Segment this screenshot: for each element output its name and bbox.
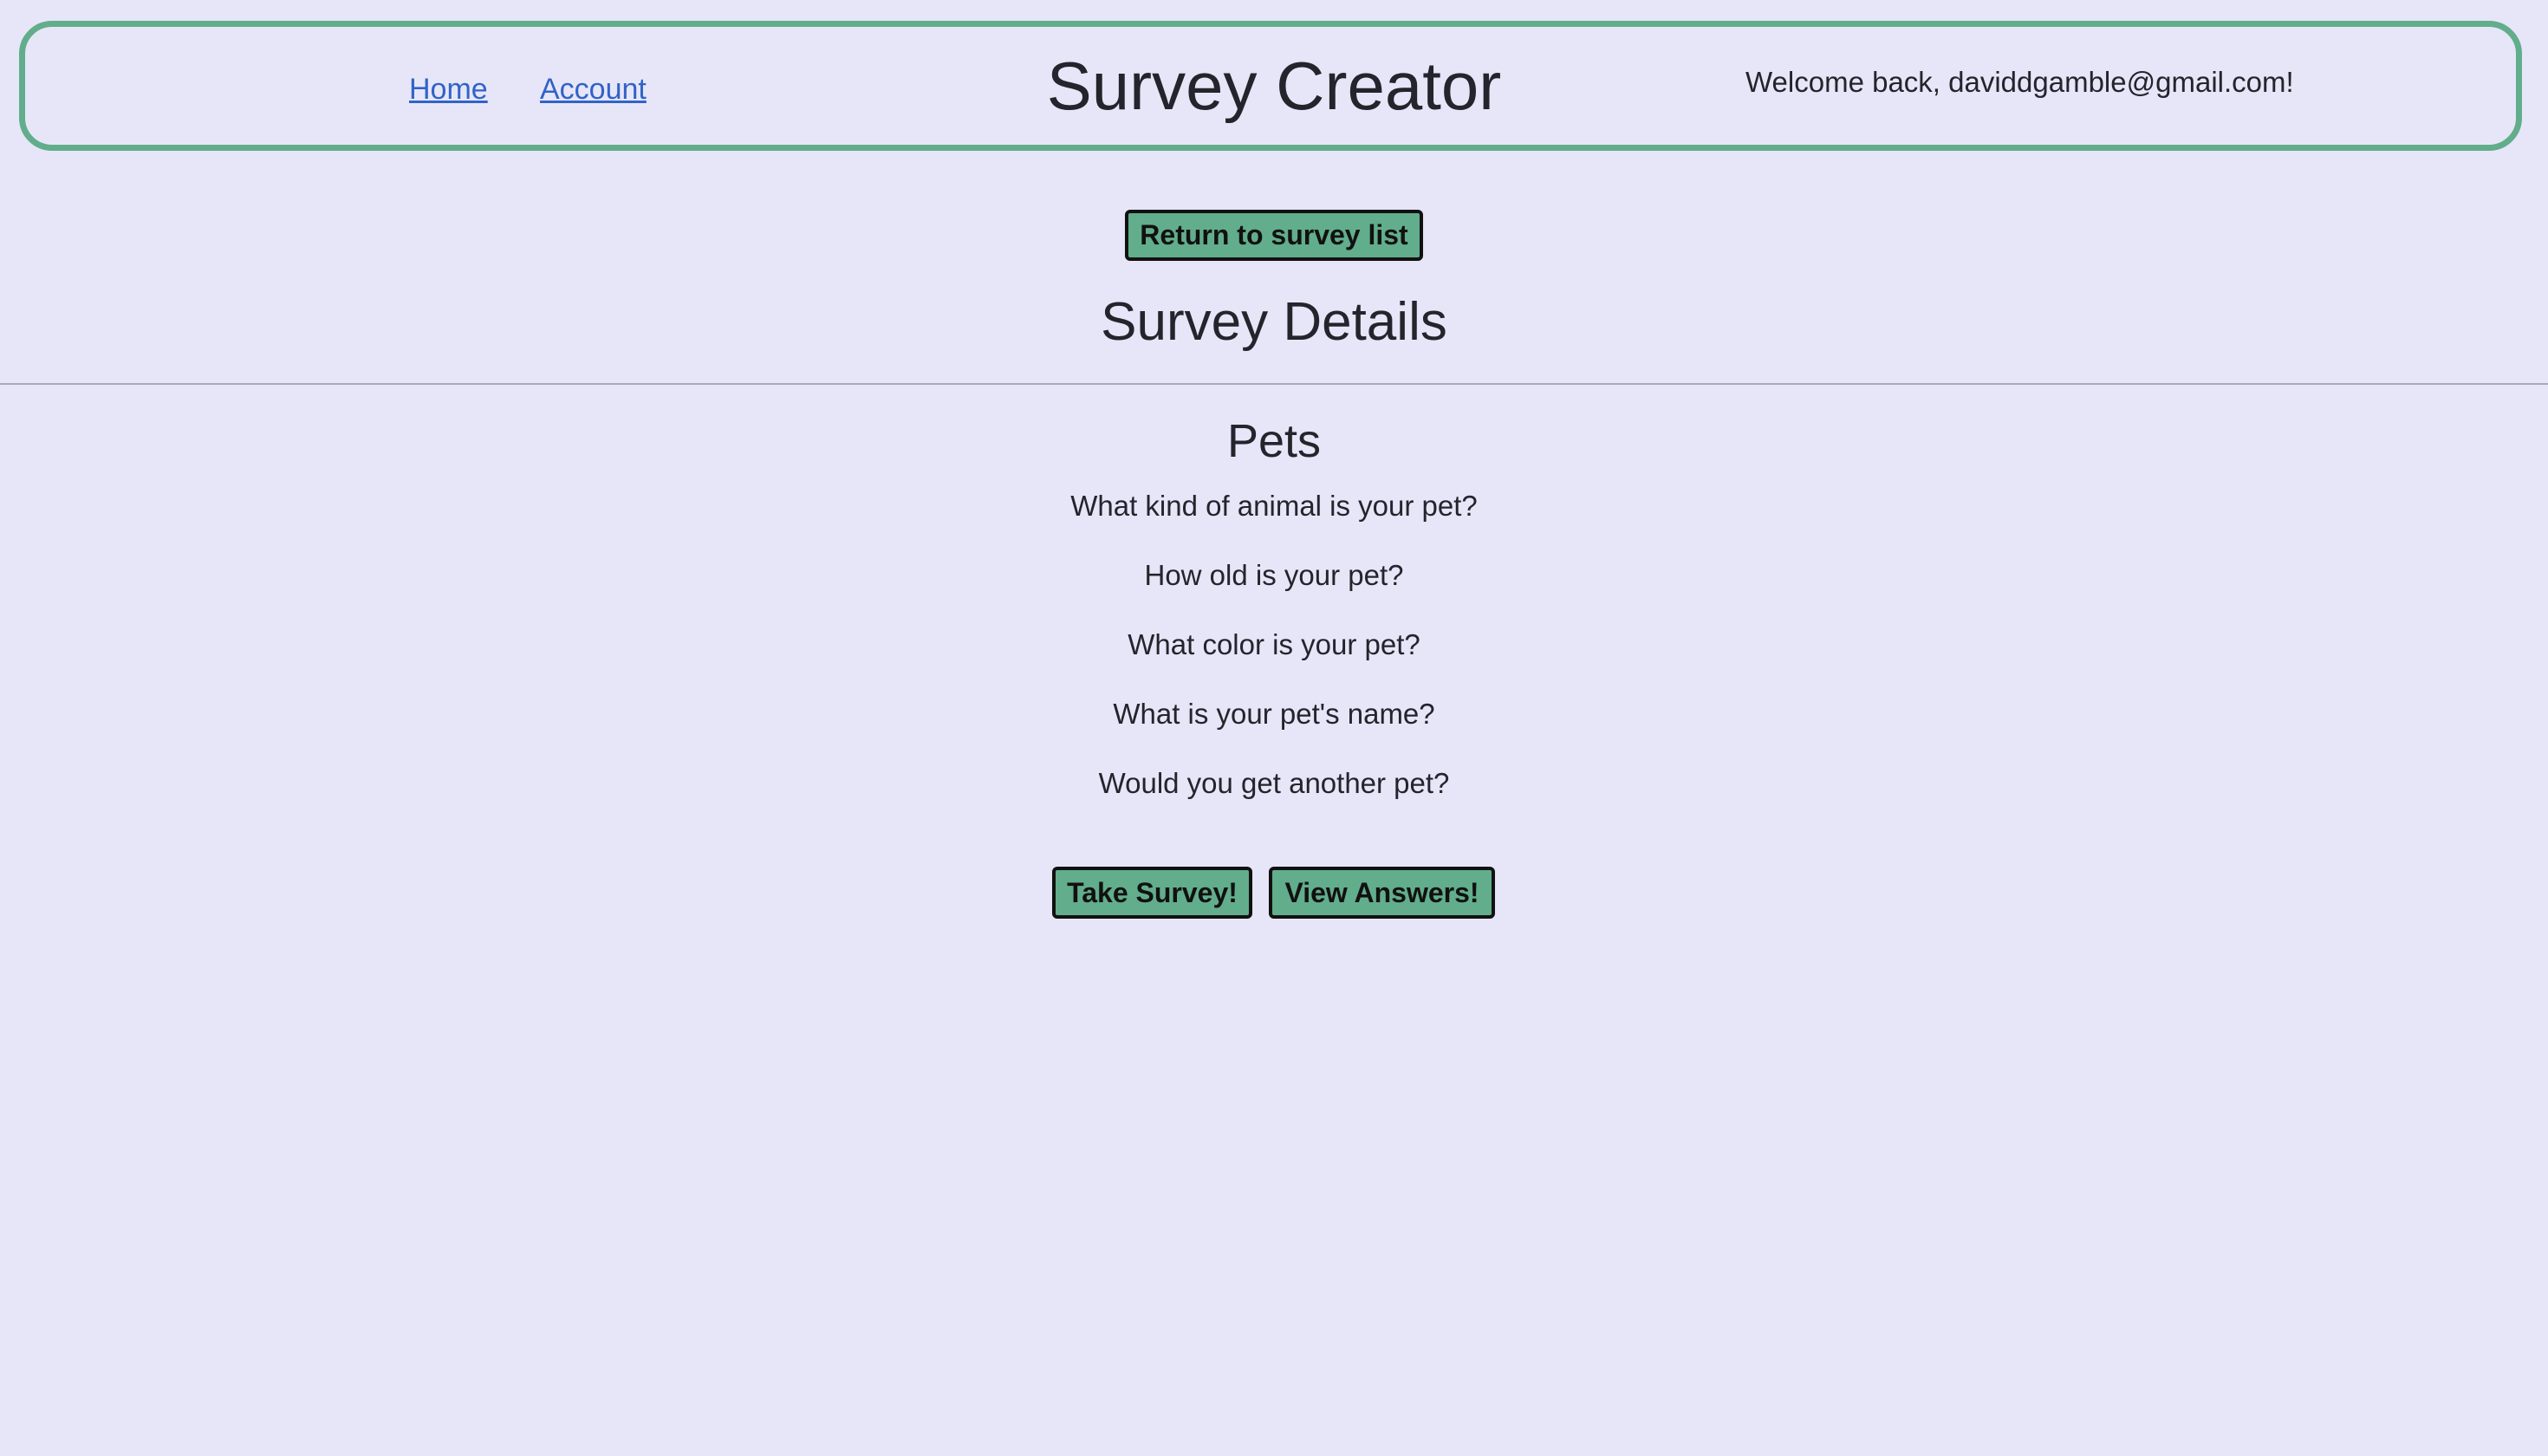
question-item: Would you get another pet? bbox=[1098, 767, 1450, 799]
question-item: What kind of animal is your pet? bbox=[1070, 490, 1478, 522]
question-list: What kind of animal is your pet? How old… bbox=[0, 487, 2548, 834]
section-divider bbox=[0, 383, 2548, 385]
question-item: What color is your pet? bbox=[1128, 628, 1420, 660]
welcome-message: Welcome back, daviddgamble@gmail.com! bbox=[1745, 66, 2294, 98]
return-to-survey-list-button[interactable]: Return to survey list bbox=[1125, 210, 1423, 261]
page-title: Survey Details bbox=[1101, 292, 1447, 352]
view-answers-button[interactable]: View Answers! bbox=[1269, 867, 1495, 919]
question-item: What is your pet's name? bbox=[1113, 698, 1435, 730]
take-survey-button[interactable]: Take Survey! bbox=[1052, 867, 1252, 919]
question-item: How old is your pet? bbox=[1144, 559, 1404, 591]
survey-title: Pets bbox=[1226, 415, 1322, 467]
